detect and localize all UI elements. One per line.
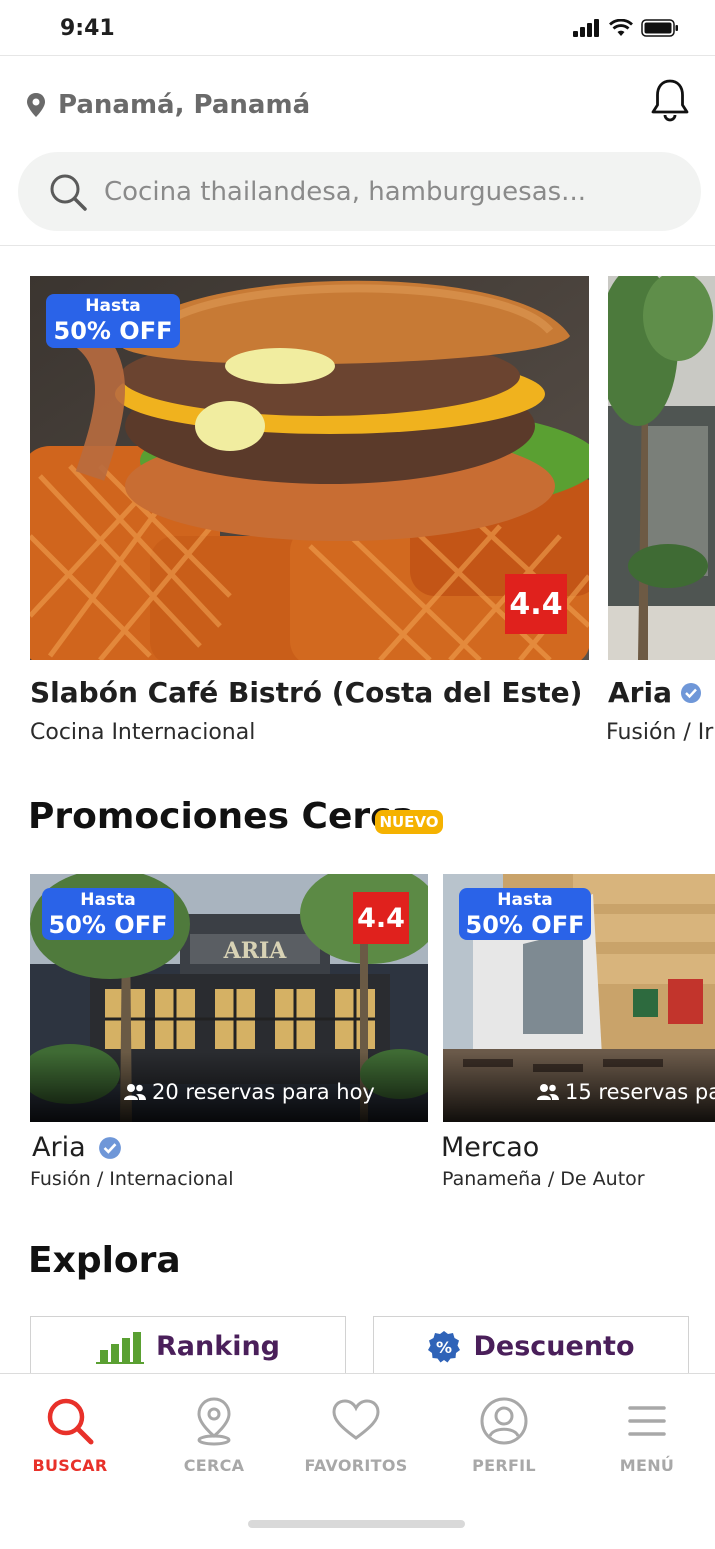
- tab-label: CERCA: [183, 1456, 245, 1475]
- reservations-text: 20 reservas para hoy: [152, 1080, 375, 1104]
- discount-badge: Hasta 50% OFF: [46, 294, 180, 348]
- header-divider: [0, 245, 715, 246]
- discount-badge-main: 50% OFF: [53, 317, 173, 345]
- svg-text:%: %: [436, 1338, 452, 1357]
- location-pin-icon: [197, 1397, 231, 1446]
- explore-card-descuento[interactable]: % Descuento: [373, 1316, 689, 1376]
- promo-card-aria[interactable]: ARIA Hasta 50% OFF 4.4 20 reservas para …: [30, 874, 428, 1122]
- tab-label: MENÚ: [619, 1456, 675, 1475]
- status-time: 9:41: [60, 16, 115, 41]
- promo-category: Fusión / Internacional: [30, 1168, 234, 1190]
- discount-badge: Hasta 50% OFF: [42, 888, 174, 940]
- promo-card-mercao[interactable]: Hasta 50% OFF 15 reservas par: [443, 874, 715, 1122]
- user-icon: [480, 1397, 528, 1445]
- reservations-count: 15 reservas par: [537, 1080, 715, 1104]
- tab-label: FAVORITOS: [304, 1456, 408, 1475]
- svg-text:ARIA: ARIA: [223, 938, 288, 964]
- rating-badge: 4.4: [353, 892, 409, 944]
- featured-category: Cocina Internacional: [30, 720, 256, 745]
- discount-badge-main: 50% OFF: [48, 911, 168, 939]
- search-input[interactable]: [104, 176, 644, 207]
- bottom-tab-bar: BUSCAR CERCA FAVORITOS PERFIL MENÚ: [0, 1373, 715, 1493]
- verified-icon: [98, 1136, 121, 1159]
- home-indicator[interactable]: [248, 1520, 465, 1528]
- percent-badge-icon: %: [428, 1330, 461, 1362]
- tab-label: BUSCAR: [32, 1456, 108, 1475]
- discount-badge-top: Hasta: [85, 296, 141, 316]
- tab-favoritos[interactable]: FAVORITOS: [296, 1396, 416, 1475]
- promo-name-text: Mercao: [441, 1132, 540, 1163]
- bar-chart-icon: [96, 1331, 144, 1364]
- status-icons: [573, 19, 679, 37]
- search-icon: [47, 1398, 94, 1445]
- bell-icon[interactable]: [650, 78, 690, 122]
- heart-icon: [332, 1399, 380, 1440]
- featured-name-aria[interactable]: Aria: [608, 676, 702, 709]
- reservations-text: 15 reservas par: [565, 1080, 715, 1104]
- tab-cerca[interactable]: CERCA: [154, 1396, 274, 1475]
- promo-name-text: Aria: [32, 1132, 86, 1163]
- search-icon: [50, 174, 87, 211]
- promo-category: Panameña / De Autor: [442, 1168, 645, 1190]
- reservations-count: 20 reservas para hoy: [124, 1080, 375, 1104]
- battery-icon: [641, 19, 678, 37]
- rating-badge: 4.4: [505, 574, 567, 634]
- discount-badge-top: Hasta: [497, 890, 553, 910]
- people-icon: [537, 1084, 559, 1100]
- promo-name-aria[interactable]: Aria: [32, 1132, 122, 1163]
- location-pin-icon: [27, 93, 45, 117]
- people-icon: [124, 1084, 146, 1100]
- tab-perfil[interactable]: PERFIL: [444, 1396, 564, 1475]
- promo-name-mercao[interactable]: Mercao: [441, 1132, 539, 1163]
- explore-title: Explora: [28, 1240, 181, 1281]
- nuevo-badge: NUEVO: [375, 810, 443, 834]
- location-selector[interactable]: Panamá, Panamá: [26, 82, 310, 128]
- wifi-icon: [609, 19, 633, 36]
- tab-menu[interactable]: MENÚ: [587, 1396, 707, 1475]
- tab-label: PERFIL: [472, 1456, 536, 1475]
- featured-name-aria-text: Aria: [608, 676, 672, 709]
- aria-photo: [608, 276, 715, 660]
- explore-card-label: Ranking: [156, 1331, 280, 1362]
- discount-badge-top: Hasta: [80, 890, 136, 910]
- status-bar: 9:41: [0, 0, 715, 56]
- explore-card-ranking[interactable]: Ranking: [30, 1316, 346, 1376]
- verified-icon: [680, 682, 701, 703]
- signal-icon: [573, 19, 599, 37]
- tab-buscar[interactable]: BUSCAR: [10, 1396, 130, 1475]
- discount-badge: Hasta 50% OFF: [459, 888, 591, 940]
- featured-category-aria: Fusión / Ir: [606, 720, 714, 745]
- explore-card-label: Descuento: [473, 1331, 635, 1362]
- promos-title: Promociones Cerca: [28, 796, 416, 837]
- featured-name[interactable]: Slabón Café Bistró (Costa del Este): [30, 676, 582, 709]
- discount-badge-main: 50% OFF: [465, 911, 585, 939]
- search-bar[interactable]: [18, 152, 701, 231]
- location-label: Panamá, Panamá: [58, 90, 311, 120]
- menu-icon: [628, 1406, 666, 1436]
